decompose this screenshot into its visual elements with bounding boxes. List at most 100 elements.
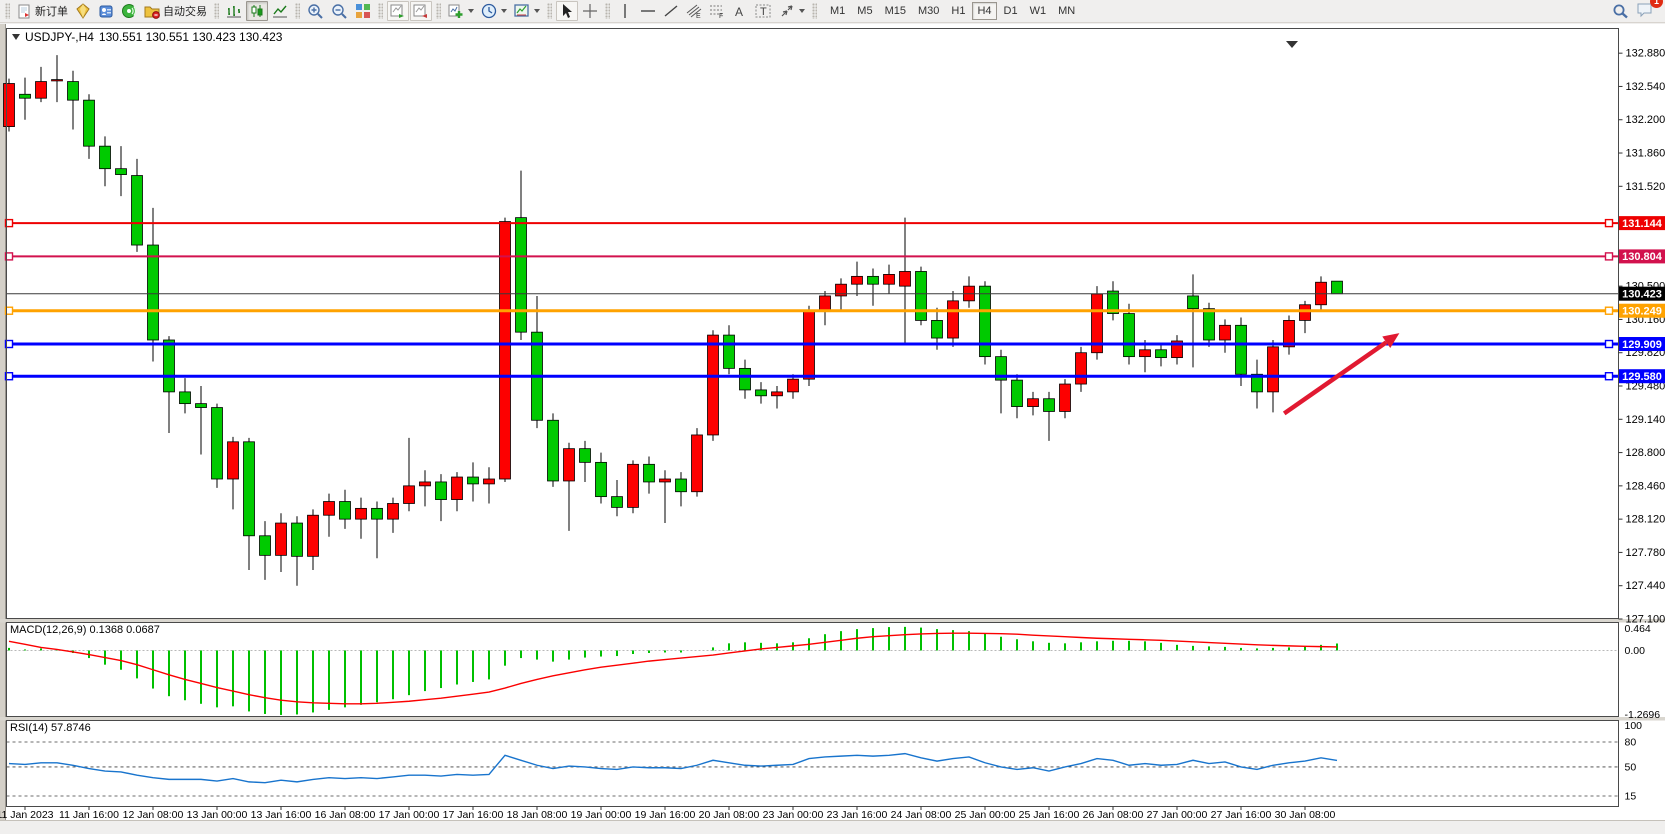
rsi-indicator-label: RSI(14) 57.8746 (10, 722, 91, 734)
time-axis-label: 19 Jan 16:00 (635, 809, 696, 821)
candle-up (884, 274, 895, 284)
time-axis-label: 11 Jan 16:00 (59, 809, 119, 821)
candle-up (1220, 325, 1231, 340)
candle-down (756, 390, 767, 396)
candle-down (212, 408, 223, 479)
candle-up (36, 82, 47, 99)
time-axis-label: 23 Jan 00:00 (763, 809, 824, 821)
candle-up (324, 502, 335, 516)
macd-signal-line (9, 633, 1337, 704)
candle-up (420, 482, 431, 486)
candle-down (1124, 314, 1135, 357)
candle-up (276, 523, 287, 555)
candle-down (1188, 296, 1199, 309)
candle-down (868, 276, 879, 284)
candle-down (596, 462, 607, 496)
hline-anchor-marker (1606, 220, 1613, 227)
candle-down (740, 368, 751, 390)
chart-symbol-timeframe: USDJPY-,H4 (25, 30, 94, 44)
candle-up (308, 515, 319, 556)
candle-up (228, 442, 239, 479)
chart-ohlc-values: 130.551 130.551 130.423 130.423 (99, 30, 283, 44)
time-axis-label: 25 Jan 00:00 (955, 809, 1016, 821)
candle-up (900, 271, 911, 286)
macd-indicator-label: MACD(12,26,9) 0.1368 0.0687 (10, 624, 160, 636)
candle-up (564, 449, 575, 481)
price-axis-tick-label: 131.520 (1626, 181, 1665, 193)
rsi-axis-label: 50 (1625, 761, 1637, 773)
candle-down (676, 479, 687, 492)
candle-up (1076, 353, 1087, 384)
rsi-axis-label: 100 (1625, 720, 1643, 732)
price-axis-tick-label: 129.140 (1626, 414, 1665, 426)
candle-up (772, 392, 783, 396)
candle-up (388, 503, 399, 519)
price-axis-tick-label: 127.440 (1626, 580, 1665, 592)
candle-down (20, 94, 31, 98)
candle-down (292, 523, 303, 556)
price-axis-tick-label: 128.460 (1626, 480, 1665, 492)
candle-down (548, 420, 559, 481)
time-axis-label: 24 Jan 08:00 (891, 809, 952, 821)
candle-up (484, 479, 495, 484)
candle-down (516, 218, 527, 333)
candle-up (1028, 399, 1039, 407)
candle-down (580, 449, 591, 463)
time-axis-label: 25 Jan 16:00 (1019, 809, 1080, 821)
candle-up (500, 222, 511, 479)
price-axis-tick-label: 127.780 (1626, 547, 1665, 559)
candle-up (852, 276, 863, 284)
candle-down (116, 169, 127, 175)
rsi-axis-label: 80 (1625, 736, 1637, 748)
candle-down (1156, 350, 1167, 358)
symbol-dropdown-icon[interactable] (12, 34, 20, 40)
time-axis-label: 19 Jan 00:00 (571, 809, 632, 821)
macd-axis-label: 0.00 (1625, 645, 1646, 657)
candle-down (68, 82, 79, 101)
candle-down (132, 176, 143, 246)
price-axis-tick-label: 128.120 (1626, 514, 1665, 526)
hline-anchor-marker (1606, 307, 1613, 314)
candle-up (4, 84, 15, 127)
candle-down (724, 335, 735, 368)
price-axis-tick-label: 132.880 (1626, 48, 1665, 60)
rsi-line (9, 754, 1337, 783)
candle-down (372, 508, 383, 519)
candle-down (180, 392, 191, 404)
time-axis-label: 12 Jan 08:00 (123, 809, 184, 821)
candle-down (1012, 380, 1023, 406)
trend-arrow-annotation[interactable] (1284, 342, 1386, 413)
candle-down (644, 464, 655, 482)
chart-shift-marker[interactable] (1286, 41, 1298, 48)
candle-down (84, 100, 95, 146)
candle-up (660, 479, 671, 482)
time-axis-label: 30 Jan 08:00 (1275, 809, 1336, 821)
price-axis-tick-label: 128.800 (1626, 447, 1665, 459)
candle-up (1140, 350, 1151, 357)
candle-down (1204, 309, 1215, 340)
candle-up (788, 379, 799, 392)
hline-anchor-marker (1606, 341, 1613, 348)
pane-splitter (0, 619, 1665, 623)
price-axis-tick-label: 131.860 (1626, 148, 1665, 160)
rsi-axis-label: 15 (1625, 790, 1637, 802)
chart-canvas[interactable]: 132.880132.540132.200131.860131.520130.5… (0, 0, 1665, 834)
candle-up (708, 335, 719, 435)
time-axis-label: 20 Jan 08:00 (699, 809, 760, 821)
candle-down (164, 340, 175, 392)
candle-up (628, 464, 639, 507)
time-axis-label: 27 Jan 16:00 (1211, 809, 1272, 821)
time-axis-label: 17 Jan 00:00 (379, 809, 440, 821)
candle-up (356, 508, 367, 519)
time-axis-label: 11 Jan 2023 (0, 809, 54, 821)
time-axis-label: 13 Jan 16:00 (251, 809, 312, 821)
time-axis-label: 23 Jan 16:00 (827, 809, 888, 821)
pane-splitter (0, 717, 1665, 721)
time-axis-label: 26 Jan 08:00 (1083, 809, 1144, 821)
price-tag-label: 129.580 (1622, 371, 1662, 383)
price-tag-label: 129.909 (1622, 339, 1662, 351)
candle-down (1236, 325, 1247, 374)
candle-up (1268, 347, 1279, 392)
candle-up (1060, 384, 1071, 411)
candle-down (340, 502, 351, 520)
